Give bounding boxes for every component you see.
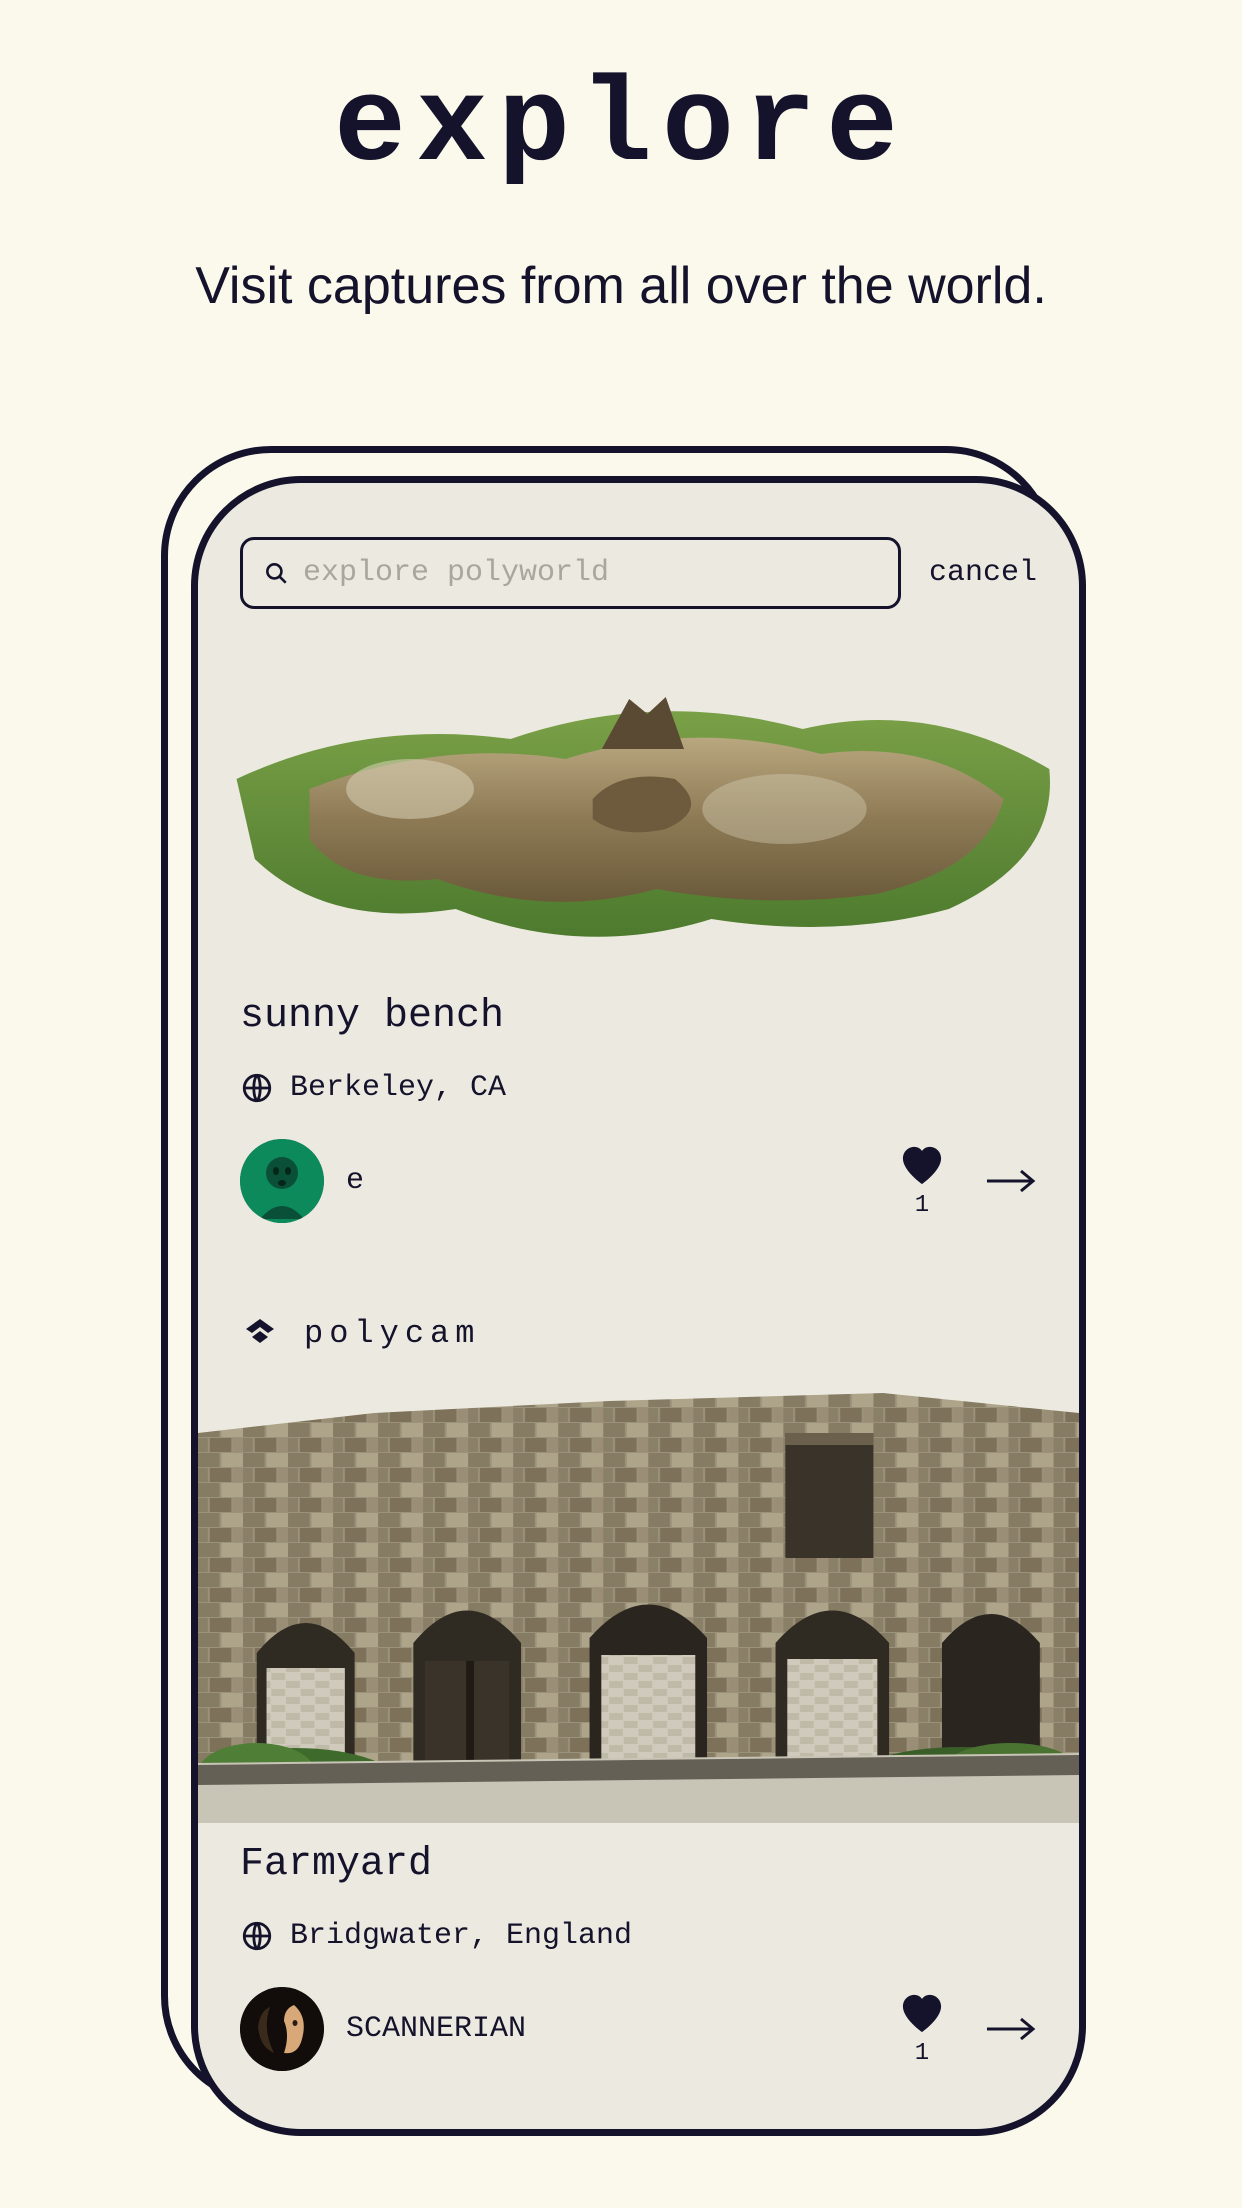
brand-row: polycam: [240, 1313, 1037, 1353]
capture-title: Farmyard: [240, 1842, 1037, 1887]
capture-location: Berkeley, CA: [290, 1071, 506, 1105]
like-count: 1: [915, 1192, 929, 1219]
arrow-right-icon[interactable]: [985, 1167, 1037, 1195]
heart-icon: [899, 1992, 945, 2034]
capture-location: Bridgwater, England: [290, 1919, 632, 1953]
like-button[interactable]: 1: [899, 1992, 945, 2067]
globe-icon: [240, 1071, 274, 1105]
search-row: cancel: [240, 537, 1037, 609]
device-stack: cancel: [161, 446, 1081, 2146]
like-count: 1: [915, 2040, 929, 2067]
heart-icon: [899, 1144, 945, 1186]
globe-icon: [240, 1919, 274, 1953]
author-username[interactable]: SCANNERIAN: [346, 2012, 526, 2046]
capture-preview-farmyard[interactable]: Farmyard Bridgwater, England: [198, 1393, 1079, 2071]
page-subtitle: Visit captures from all over the world.: [0, 256, 1242, 316]
capture-preview-sunny-bench[interactable]: [240, 659, 1037, 964]
capture-meta-row: e 1: [240, 1139, 1037, 1223]
device-frame-front: cancel: [191, 476, 1086, 2136]
search-icon: [263, 560, 303, 586]
arrow-right-icon[interactable]: [985, 2015, 1037, 2043]
capture-title: sunny bench: [240, 994, 1037, 1039]
polycam-logo-icon: [240, 1313, 280, 1353]
search-box[interactable]: [240, 537, 901, 609]
author-avatar[interactable]: [240, 1139, 324, 1223]
author-avatar[interactable]: [240, 1987, 324, 2071]
capture-meta-row: SCANNERIAN 1: [240, 1987, 1037, 2071]
page-title: explore: [0, 60, 1242, 196]
cancel-button[interactable]: cancel: [929, 556, 1037, 590]
brand-name: polycam: [304, 1315, 480, 1352]
location-row[interactable]: Berkeley, CA: [240, 1071, 1037, 1105]
search-input[interactable]: [303, 556, 878, 590]
location-row[interactable]: Bridgwater, England: [240, 1919, 1037, 1953]
like-button[interactable]: 1: [899, 1144, 945, 1219]
author-username[interactable]: e: [346, 1164, 364, 1198]
